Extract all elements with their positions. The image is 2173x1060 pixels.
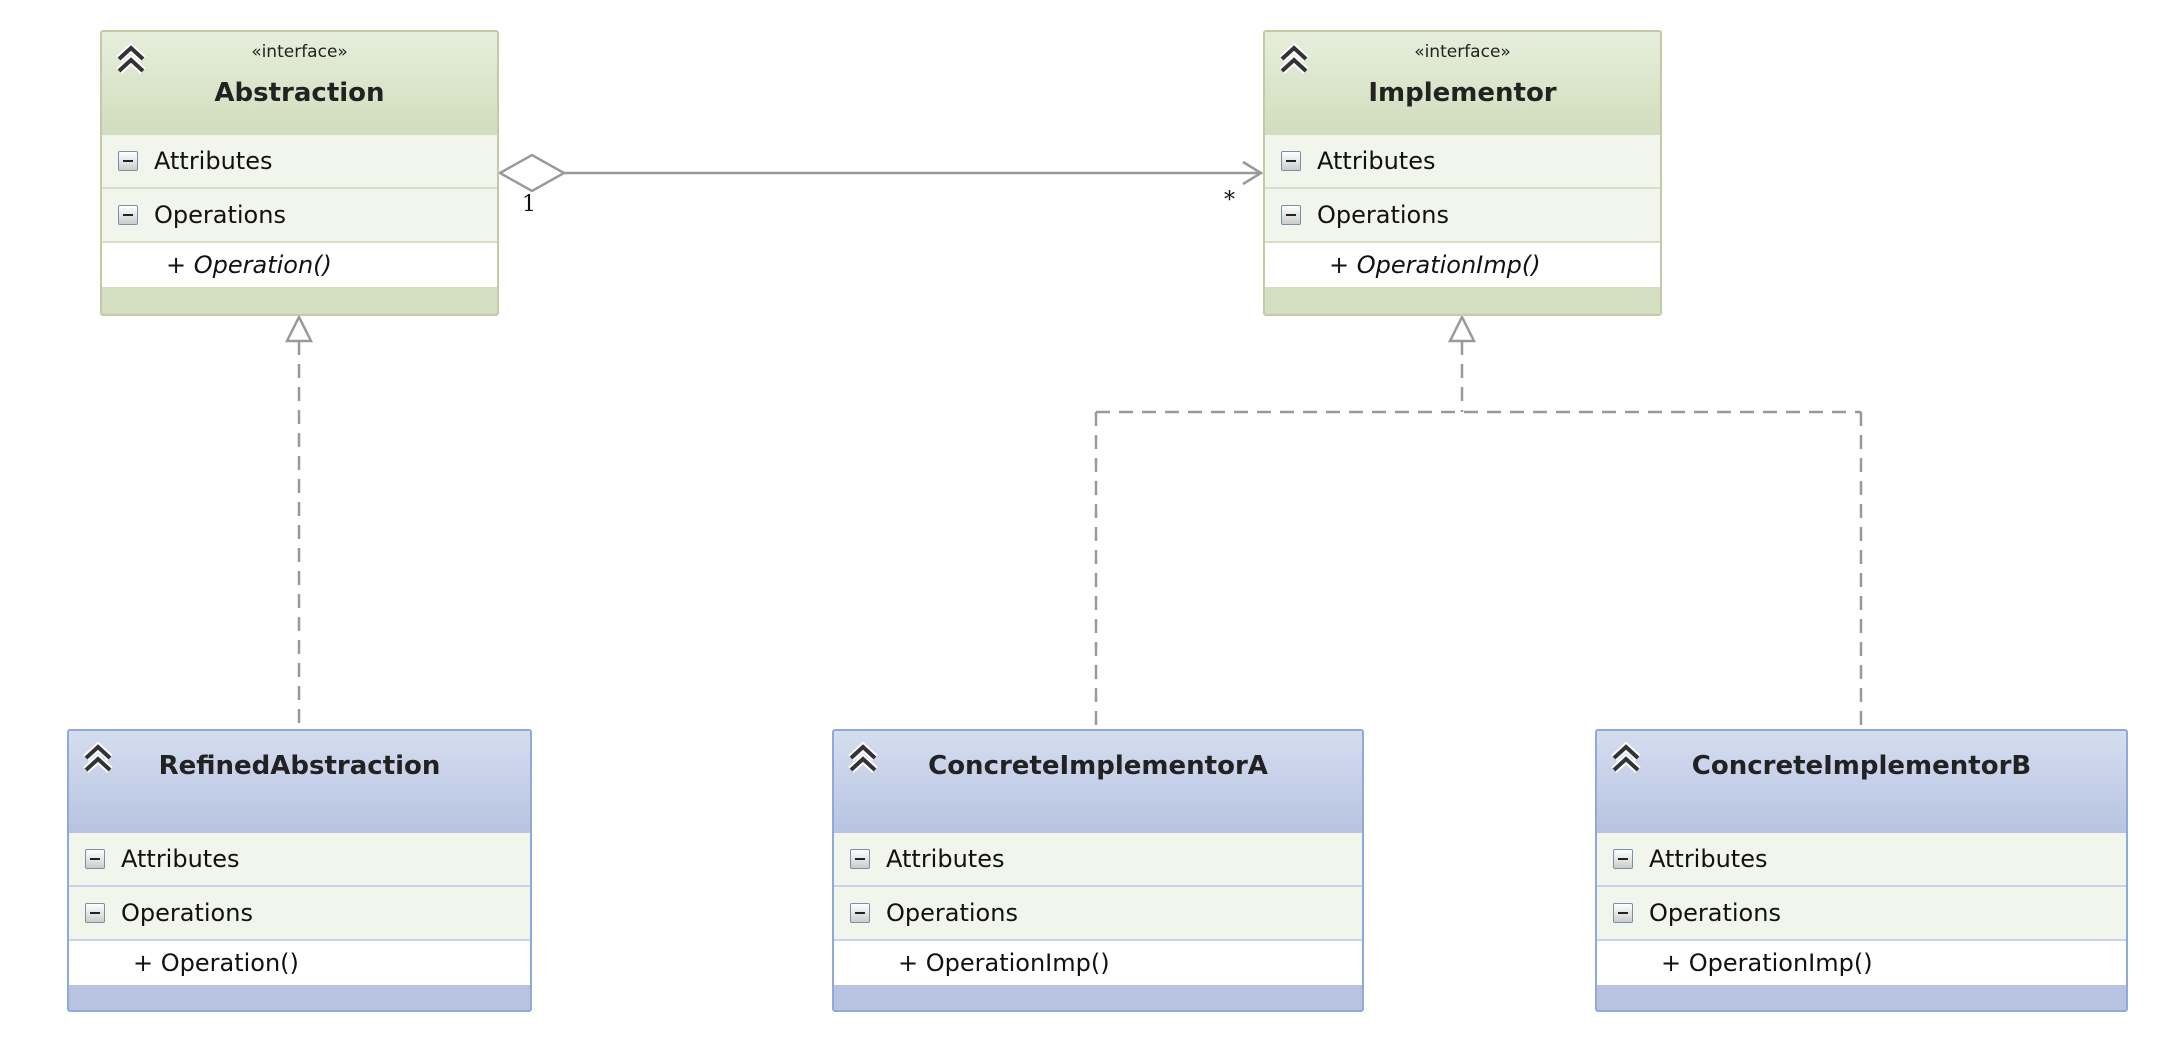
realization-refined-abstraction bbox=[284, 314, 314, 729]
operation-item[interactable]: + OperationImp() bbox=[834, 941, 1362, 985]
multiplicity-one: 1 bbox=[522, 192, 536, 217]
attributes-label: Attributes bbox=[886, 845, 1005, 873]
operations-section[interactable]: Operations bbox=[1265, 189, 1660, 243]
multiplicity-many: * bbox=[1224, 188, 1235, 213]
operation-item[interactable]: + Operation() bbox=[102, 243, 497, 287]
class-name: Abstraction bbox=[214, 78, 385, 108]
collapse-minus-icon[interactable] bbox=[850, 903, 870, 923]
attributes-section[interactable]: Attributes bbox=[1265, 135, 1660, 189]
class-name: Implementor bbox=[1368, 78, 1557, 108]
class-header: «interface» Implementor bbox=[1265, 32, 1660, 135]
collapse-chevron-icon[interactable] bbox=[1609, 741, 1643, 775]
class-concrete-implementor-a[interactable]: ConcreteImplementorA Attributes Operations… bbox=[832, 729, 1364, 1012]
class-concrete-implementor-b[interactable]: ConcreteImplementorB Attributes Operations… bbox=[1595, 729, 2128, 1012]
operations-label: Operations bbox=[1649, 899, 1781, 927]
stereotype: «interface» bbox=[1414, 42, 1511, 62]
class-name: RefinedAbstraction bbox=[158, 751, 441, 781]
collapse-minus-icon[interactable] bbox=[1281, 151, 1301, 171]
attributes-section[interactable]: Attributes bbox=[102, 135, 497, 189]
attributes-label: Attributes bbox=[121, 845, 240, 873]
operations-section[interactable]: Operations bbox=[1597, 887, 2126, 941]
class-abstraction[interactable]: «interface» Abstraction Attributes Operatio… bbox=[100, 30, 499, 316]
collapse-minus-icon[interactable] bbox=[118, 205, 138, 225]
attributes-section[interactable]: Attributes bbox=[1597, 833, 2126, 887]
collapse-chevron-icon[interactable] bbox=[114, 42, 148, 76]
collapse-chevron-icon[interactable] bbox=[846, 741, 880, 775]
class-name: ConcreteImplementorB bbox=[1691, 751, 2032, 781]
operations-section[interactable]: Operations bbox=[69, 887, 530, 941]
collapse-chevron-icon[interactable] bbox=[1277, 42, 1311, 76]
aggregation-diamond bbox=[497, 153, 567, 193]
attributes-section[interactable]: Attributes bbox=[834, 833, 1362, 887]
attributes-label: Attributes bbox=[1649, 845, 1768, 873]
collapse-minus-icon[interactable] bbox=[850, 849, 870, 869]
collapse-minus-icon[interactable] bbox=[1613, 903, 1633, 923]
operations-section[interactable]: Operations bbox=[102, 189, 497, 243]
operations-label: Operations bbox=[154, 201, 286, 229]
operations-label: Operations bbox=[886, 899, 1018, 927]
operation-item[interactable]: + Operation() bbox=[69, 941, 530, 985]
collapse-minus-icon[interactable] bbox=[1281, 205, 1301, 225]
collapse-minus-icon[interactable] bbox=[85, 849, 105, 869]
operations-label: Operations bbox=[121, 899, 253, 927]
class-header: RefinedAbstraction bbox=[69, 731, 530, 833]
operations-section[interactable]: Operations bbox=[834, 887, 1362, 941]
collapse-minus-icon[interactable] bbox=[118, 151, 138, 171]
stereotype: «interface» bbox=[251, 42, 348, 62]
operation-item[interactable]: + OperationImp() bbox=[1265, 243, 1660, 287]
realization-implementors bbox=[1094, 314, 1863, 729]
attributes-label: Attributes bbox=[1317, 147, 1436, 175]
class-header: «interface» Abstraction bbox=[102, 32, 497, 135]
collapse-minus-icon[interactable] bbox=[85, 903, 105, 923]
class-header: ConcreteImplementorA bbox=[834, 731, 1362, 833]
attributes-label: Attributes bbox=[154, 147, 273, 175]
attributes-section[interactable]: Attributes bbox=[69, 833, 530, 887]
collapse-minus-icon[interactable] bbox=[1613, 849, 1633, 869]
operation-item[interactable]: + OperationImp() bbox=[1597, 941, 2126, 985]
class-refined-abstraction[interactable]: RefinedAbstraction Attributes Operations + … bbox=[67, 729, 532, 1012]
class-name: ConcreteImplementorA bbox=[928, 751, 1268, 781]
operations-label: Operations bbox=[1317, 201, 1449, 229]
collapse-chevron-icon[interactable] bbox=[81, 741, 115, 775]
aggregation-line bbox=[497, 153, 1264, 193]
class-header: ConcreteImplementorB bbox=[1597, 731, 2126, 833]
class-implementor[interactable]: «interface» Implementor Attributes Operatio… bbox=[1263, 30, 1662, 316]
